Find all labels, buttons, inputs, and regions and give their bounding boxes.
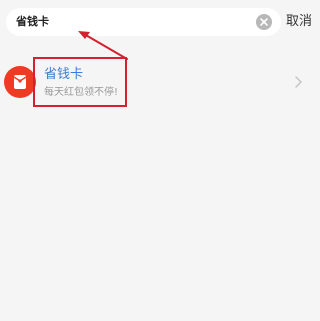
red-envelope-icon [4,66,36,98]
chevron-right-icon [295,76,302,88]
result-title: 省钱卡 [44,67,84,82]
result-description: 每天红包领不停! [44,87,119,98]
search-result-item[interactable]: 省钱卡 每天红包领不停! [0,58,317,108]
search-bar: 省钱卡 取消 [0,0,317,44]
cancel-button[interactable]: 取消 [286,12,312,32]
search-query-text: 省钱卡 [16,15,49,28]
annotation-arrow [78,31,128,60]
clear-icon[interactable] [256,14,272,30]
search-input[interactable]: 省钱卡 [6,8,281,36]
